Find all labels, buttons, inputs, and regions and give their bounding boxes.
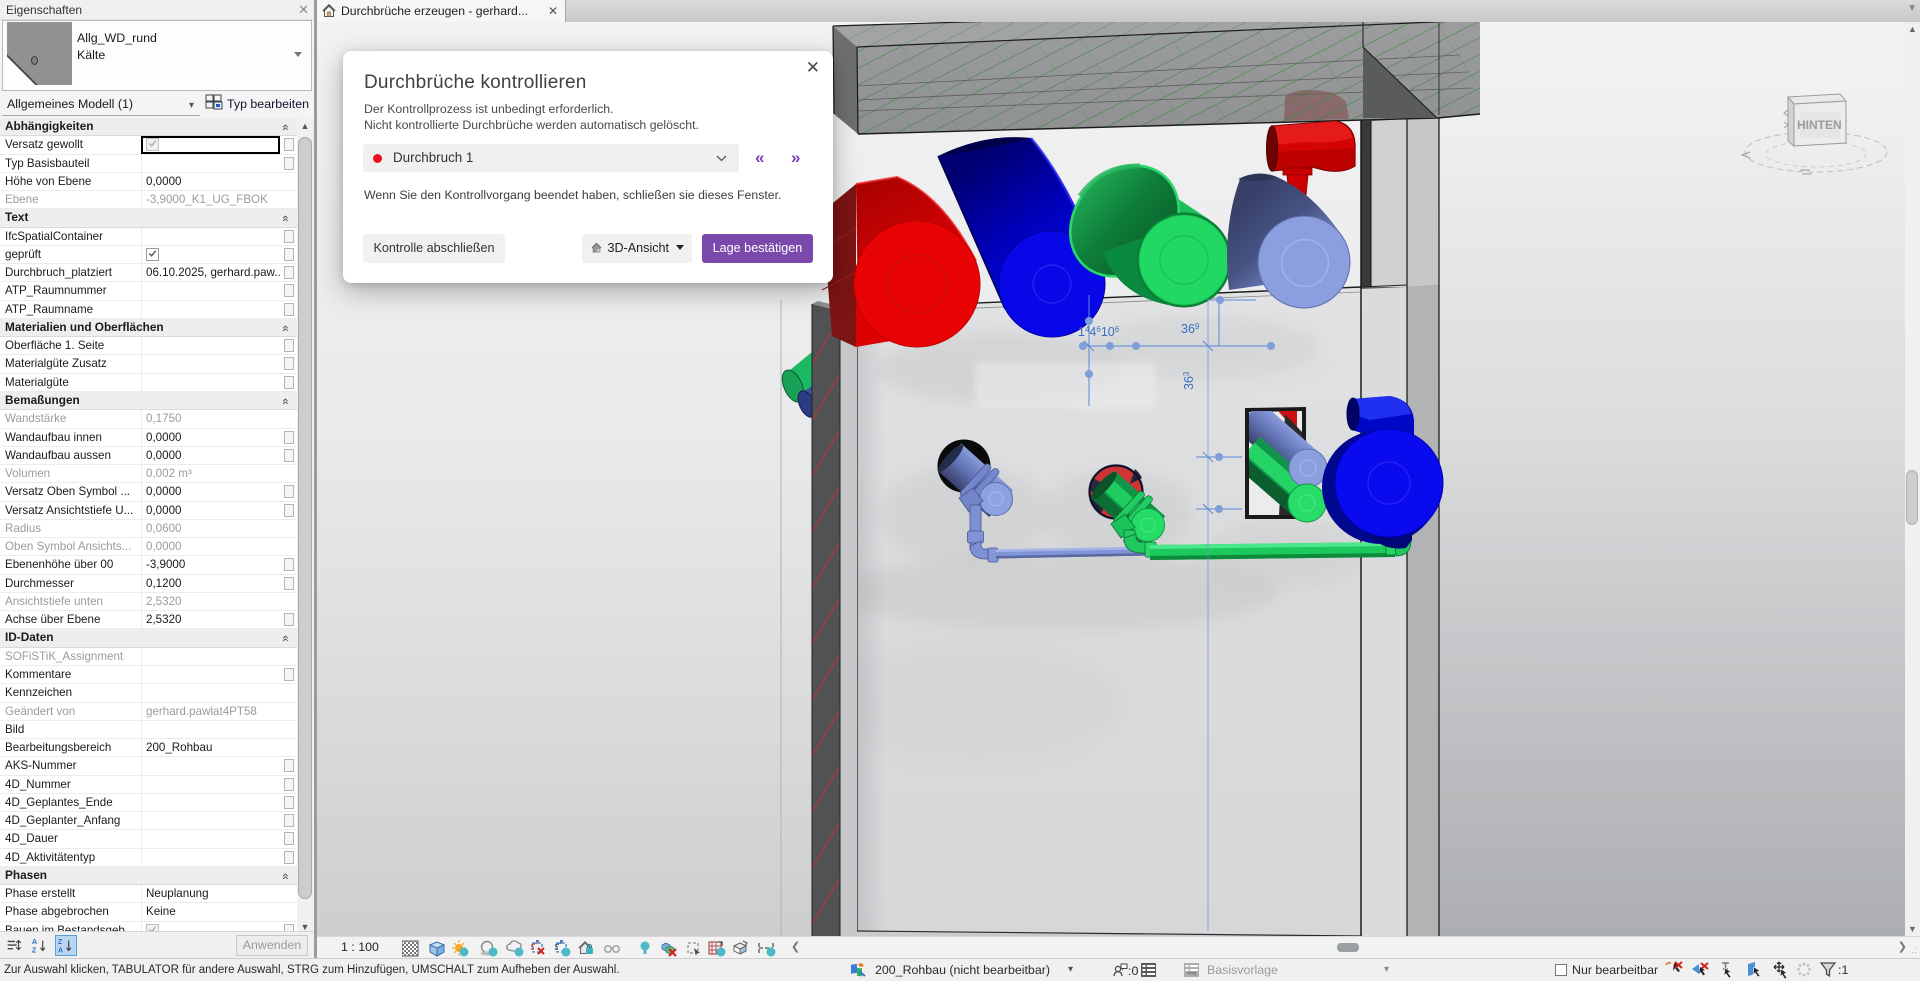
svg-text:Z: Z [32, 945, 37, 954]
svg-text:A: A [58, 945, 64, 954]
svg-text:HINTEN: HINTEN [1797, 118, 1842, 132]
